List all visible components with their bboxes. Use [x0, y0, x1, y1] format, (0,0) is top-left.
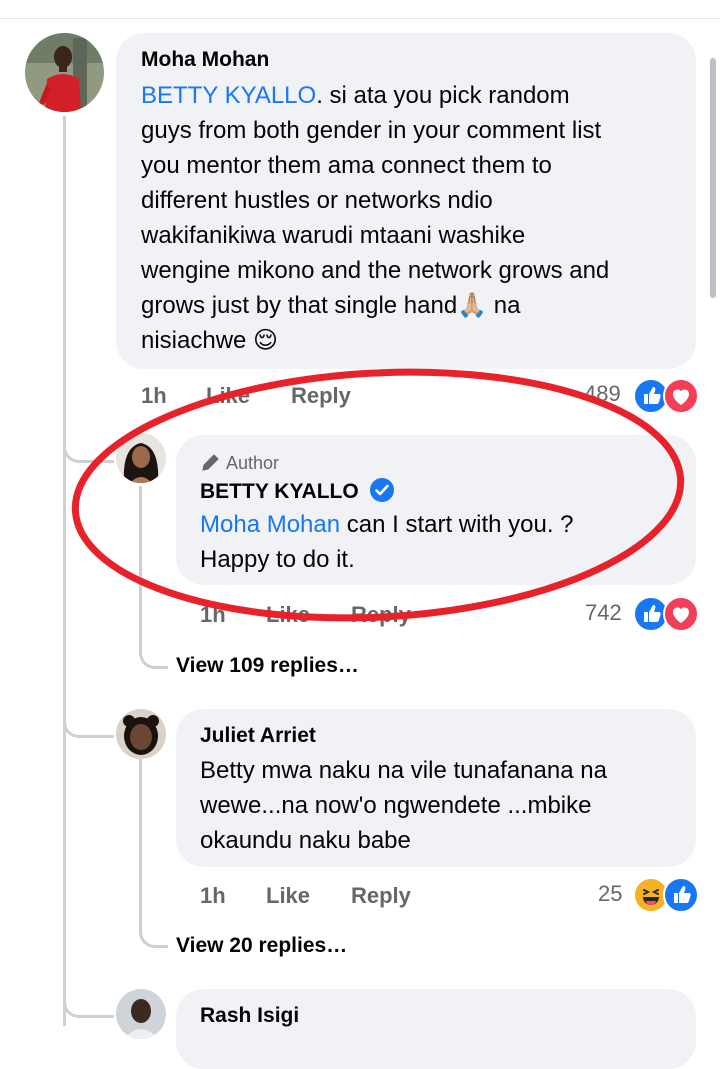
- avatar-juliet-arriet[interactable]: [116, 709, 166, 759]
- reply-button[interactable]: Reply: [351, 602, 411, 628]
- thread-connector-juliet: [63, 705, 114, 738]
- avatar-rash-isigi[interactable]: [116, 989, 166, 1039]
- like-button[interactable]: Like: [266, 602, 310, 628]
- timestamp[interactable]: 1h: [200, 883, 226, 909]
- thread-line-main: [63, 116, 66, 1026]
- mention-link[interactable]: BETTY KYALLO: [141, 82, 316, 109]
- view-replies-link[interactable]: View 109 replies…: [176, 654, 359, 678]
- thread-connector-betty-replies: [139, 638, 168, 669]
- thread-connector-juliet-replies: [139, 917, 168, 948]
- comment-actions-moha: 1h Like Reply: [141, 383, 401, 411]
- comment-actions-betty: 1h Like Reply: [200, 602, 460, 630]
- pencil-icon: [202, 454, 219, 471]
- thread-connector-rash: [63, 985, 114, 1018]
- commenter-name[interactable]: Moha Mohan: [141, 48, 269, 72]
- commenter-name[interactable]: Rash Isigi: [200, 1004, 299, 1028]
- love-icon: [663, 378, 699, 414]
- comment-text-moha: BETTY KYALLO. si ata you pick random guy…: [141, 82, 610, 354]
- view-replies-link[interactable]: View 20 replies…: [176, 934, 347, 958]
- comment-actions-juliet: 1h Like Reply: [200, 883, 460, 911]
- top-divider: [0, 18, 720, 19]
- comment-bubble-rash: [176, 989, 696, 1069]
- timestamp[interactable]: 1h: [200, 602, 226, 628]
- like-icon: [663, 877, 699, 913]
- verified-badge-icon: [369, 478, 394, 502]
- avatar-betty-kyallo[interactable]: [116, 433, 166, 483]
- mention-link[interactable]: Moha Mohan: [200, 511, 340, 538]
- thread-line-juliet-replies: [139, 757, 142, 917]
- comment-text-betty: Moha Mohan can I start with you. ? Happy…: [200, 511, 574, 573]
- scrollbar[interactable]: [710, 58, 716, 298]
- commenter-name[interactable]: Juliet Arriet: [200, 724, 316, 748]
- thread-connector-betty: [63, 430, 114, 463]
- like-button[interactable]: Like: [206, 383, 250, 409]
- reply-button[interactable]: Reply: [291, 383, 351, 409]
- commenter-name[interactable]: BETTY KYALLO: [200, 477, 395, 504]
- like-button[interactable]: Like: [266, 883, 310, 909]
- reaction-count[interactable]: 489: [584, 381, 621, 407]
- love-icon: [663, 596, 699, 632]
- thread-line-betty-replies: [139, 486, 142, 638]
- timestamp[interactable]: 1h: [141, 383, 167, 409]
- comment-text-juliet: Betty mwa naku na vile tunafanana na wew…: [200, 757, 607, 854]
- reaction-count[interactable]: 742: [585, 600, 622, 626]
- reply-button[interactable]: Reply: [351, 883, 411, 909]
- avatar-moha-mohan[interactable]: [25, 33, 104, 112]
- reaction-count[interactable]: 25: [598, 881, 622, 907]
- author-badge: Author: [200, 451, 279, 474]
